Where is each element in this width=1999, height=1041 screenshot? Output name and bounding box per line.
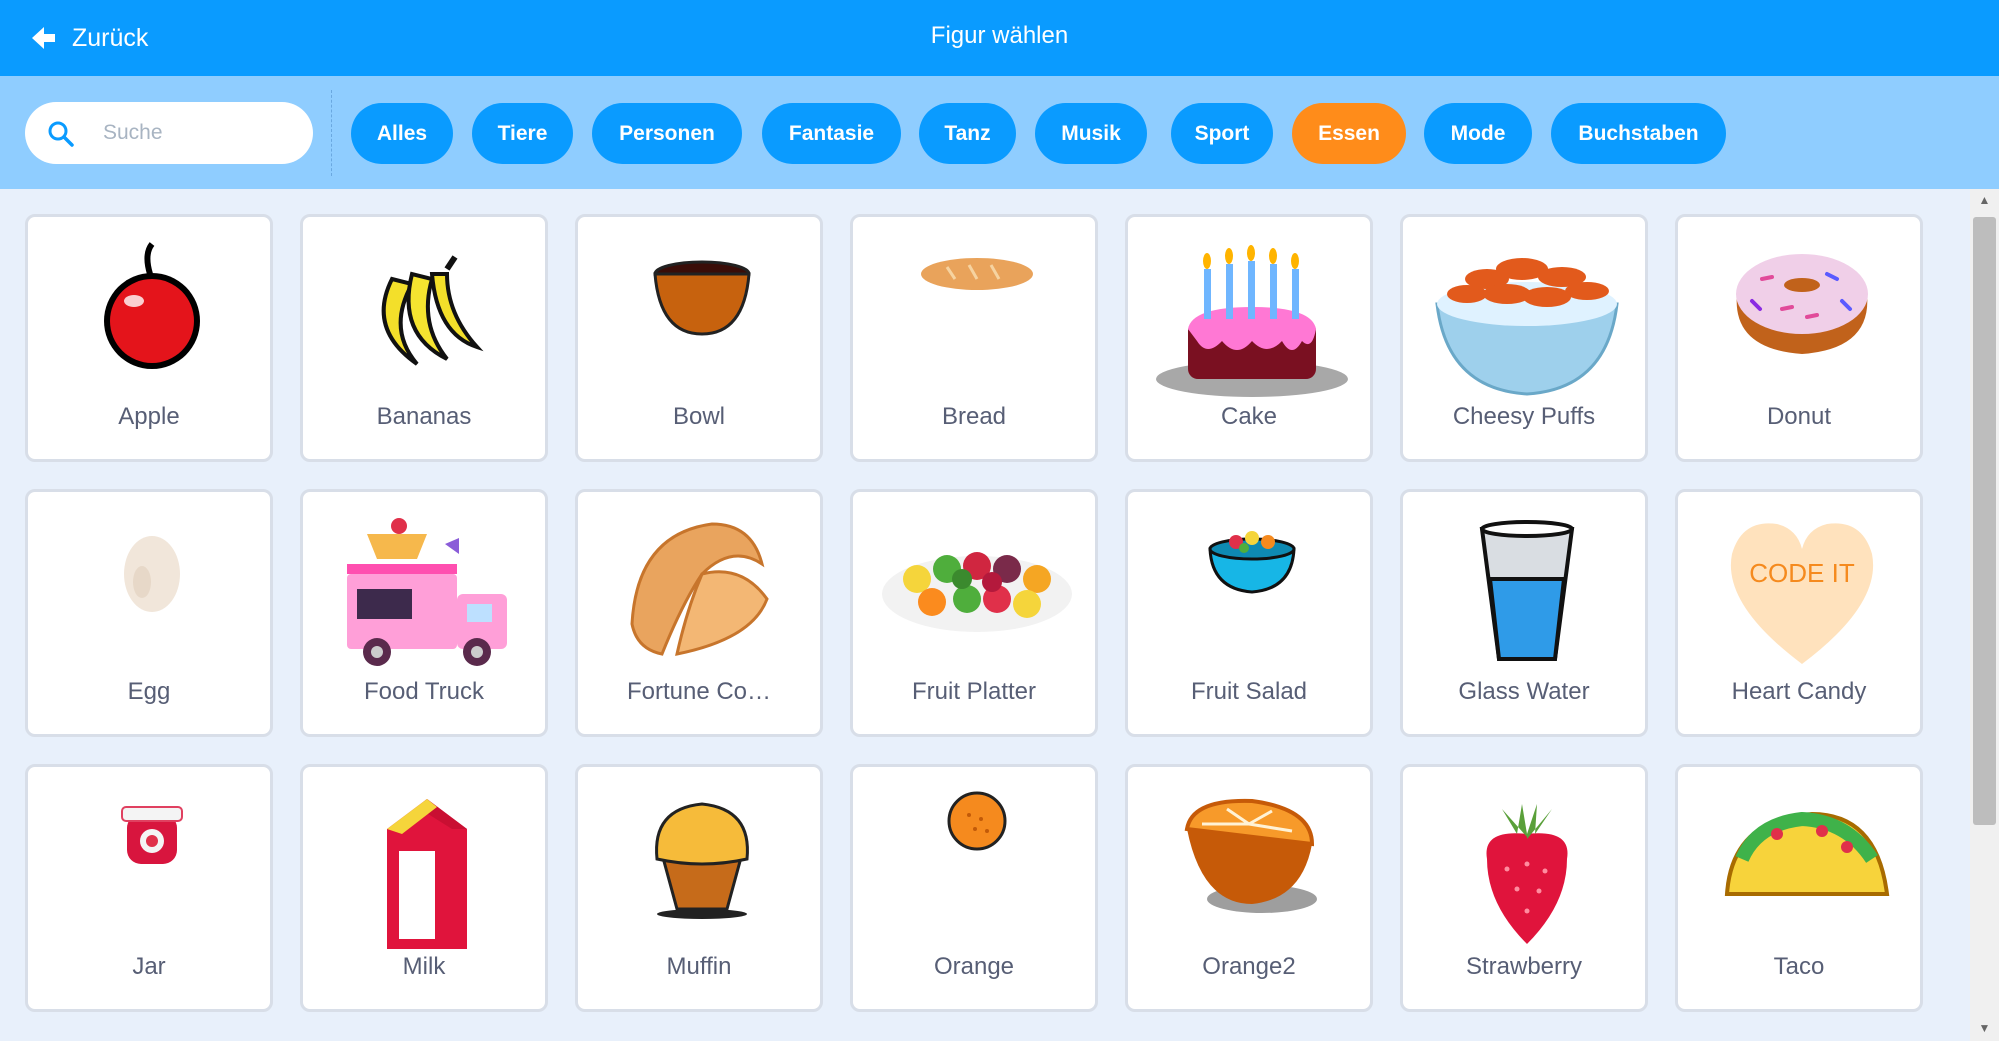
sprite-card-strawberry[interactable]: Strawberry [1400,764,1648,1012]
fortune-cookie-icon [630,522,769,656]
sprite-card-donut[interactable]: Donut [1675,214,1923,462]
sprite-name: Glass Water [1458,678,1590,705]
scrollbar[interactable]: ▲ ▼ [1970,189,1999,1041]
search-input[interactable] [103,115,293,151]
category-essen[interactable]: Essen [1292,103,1406,164]
category-mode[interactable]: Mode [1424,103,1532,164]
sprite-name: Food Truck [363,678,485,705]
sprite-card-bowl[interactable]: Bowl [575,214,823,462]
fruit-salad-icon [1208,531,1296,594]
heart-candy-icon: CODE IT [1730,523,1874,664]
sprite-name: Fortune Co… [626,678,772,705]
sprite-name: Heart Candy [1731,678,1867,705]
category-tiere[interactable]: Tiere [472,103,573,164]
sprite-name: Cheesy Puffs [1452,403,1596,430]
header-bar: Zurück Figur wählen [0,0,1999,76]
sprite-name: Cake [1220,403,1278,430]
search-box[interactable] [25,102,313,164]
sprite-name: Egg [127,678,171,705]
category-alles[interactable]: Alles [351,103,453,164]
bread-icon [921,258,1033,290]
scroll-thumb[interactable] [1973,217,1996,825]
milk-icon [387,799,467,949]
sprite-name: Fruit Salad [1190,678,1308,705]
sprite-card-cake[interactable]: Cake [1125,214,1373,462]
category-personen[interactable]: Personen [592,103,742,164]
sprite-card-food-truck[interactable]: Food Truck [300,489,548,737]
sprite-name: Bread [941,403,1007,430]
category-musik[interactable]: Musik [1035,103,1147,164]
category-buchstaben[interactable]: Buchstaben [1551,103,1726,164]
orange2-icon [1184,798,1317,913]
search-icon [48,121,74,147]
sprite-card-milk[interactable]: Milk [300,764,548,1012]
apple-icon [104,242,200,369]
category-sport[interactable]: Sport [1171,103,1273,164]
sprite-card-orange2[interactable]: Orange2 [1125,764,1373,1012]
sprite-name: Bananas [376,403,472,430]
sprite-card-egg[interactable]: Egg [25,489,273,737]
bowl-icon [653,260,751,336]
sprite-card-jar[interactable]: Jar [25,764,273,1012]
filter-bar: Alles Tiere Personen Fantasie Tanz Musik Sport… [0,76,1999,189]
egg-icon [124,536,180,612]
donut-icon [1736,254,1868,354]
sprite-name: Orange2 [1202,953,1296,980]
sprite-grid: Apple Bananas Bowl Bread Cake Cheesy Puffs Don… [0,189,1970,1041]
orange-icon [947,791,1007,851]
scroll-up-arrow-icon[interactable]: ▲ [1970,193,1999,213]
food-truck-icon [347,518,507,666]
category-tanz[interactable]: Tanz [919,103,1016,164]
sprite-name: Taco [1773,953,1825,980]
sprite-card-orange[interactable]: Orange [850,764,1098,1012]
sprite-card-bananas[interactable]: Bananas [300,214,548,462]
scroll-down-arrow-icon[interactable]: ▼ [1970,1021,1999,1041]
sprite-name: Milk [402,953,446,980]
sprite-name: Orange [933,953,1015,980]
sprite-name: Donut [1766,403,1832,430]
sprite-card-muffin[interactable]: Muffin [575,764,823,1012]
category-fantasie[interactable]: Fantasie [762,103,901,164]
sprite-card-glass-water[interactable]: Glass Water [1400,489,1648,737]
svg-text:CODE IT: CODE IT [1749,558,1855,588]
sprite-name: Jar [132,953,166,980]
sprite-card-taco[interactable]: Taco [1675,764,1923,1012]
fruit-platter-icon [882,552,1072,632]
glass-water-icon [1479,520,1575,661]
divider [331,90,332,176]
sprite-name: Muffin [666,953,732,980]
muffin-icon [655,802,749,919]
strawberry-icon [1486,804,1568,944]
sprite-name: Bowl [672,403,726,430]
sprite-name: Apple [118,403,180,430]
sprite-card-apple[interactable]: Apple [25,214,273,462]
jar-icon [121,806,183,864]
page-title: Figur wählen [930,22,1069,49]
sprite-card-heart-candy[interactable]: CODE IT Heart Candy [1675,489,1923,737]
sprite-name: Fruit Platter [911,678,1037,705]
cheesy-puffs-icon [1435,258,1619,396]
sprite-card-fruit-platter[interactable]: Fruit Platter [850,489,1098,737]
sprite-card-bread[interactable]: Bread [850,214,1098,462]
sprite-card-fortune-cookie[interactable]: Fortune Co… [575,489,823,737]
sprite-card-fruit-salad[interactable]: Fruit Salad [1125,489,1373,737]
bananas-icon [381,255,484,366]
cake-icon [1156,245,1348,397]
sprite-name: Strawberry [1465,953,1583,980]
sprite-card-cheesy-puffs[interactable]: Cheesy Puffs [1400,214,1648,462]
taco-icon [1724,811,1890,896]
